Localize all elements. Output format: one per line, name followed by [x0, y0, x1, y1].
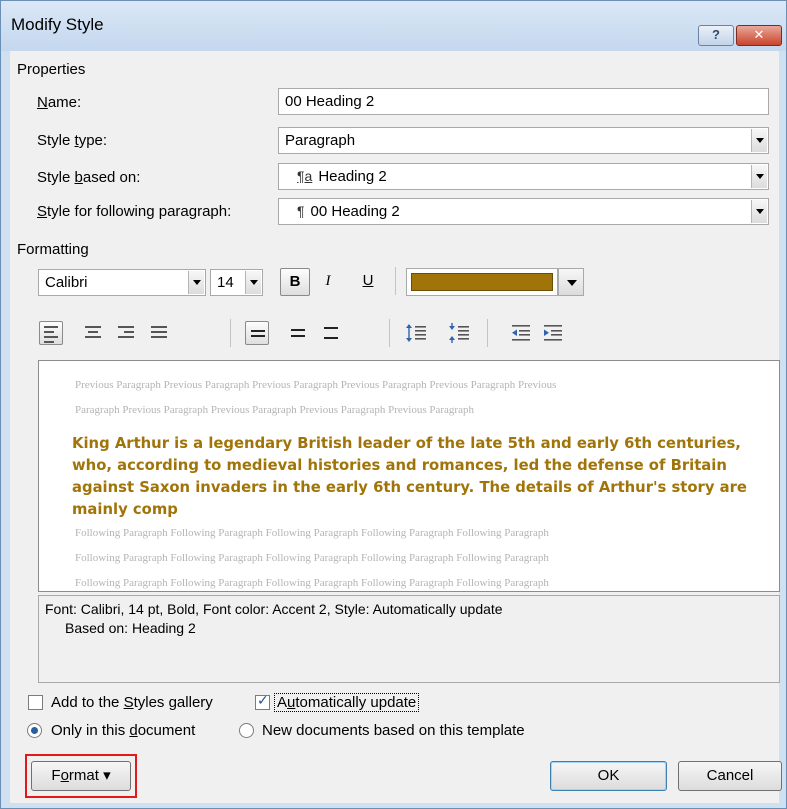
style-based-on-value: Heading 2 [318, 168, 387, 185]
style-based-on-select[interactable]: ¶a Heading 2 [278, 163, 769, 190]
sample-text: King Arthur is a legendary British leade… [72, 435, 747, 518]
cancel-button[interactable]: Cancel [678, 761, 782, 791]
name-input[interactable]: 00 Heading 2 [278, 88, 769, 115]
formatting-section-label: Formatting [17, 241, 89, 258]
following-paragraph-text: Following Paragraph Following Paragraph … [75, 527, 549, 539]
modify-style-dialog: Modify Style ? ✕ Properties Name: 00 Hea… [0, 0, 787, 809]
justify-icon[interactable] [147, 321, 171, 345]
decrease-indent-icon[interactable] [509, 321, 533, 345]
separator [230, 319, 231, 347]
add-to-styles-gallery-checkbox[interactable] [28, 695, 43, 710]
format-button[interactable]: Format ▾ [31, 761, 131, 791]
following-paragraph-value: 00 Heading 2 [310, 203, 400, 220]
underline-button[interactable]: U [357, 268, 379, 296]
font-size-select[interactable]: 14 [210, 269, 263, 296]
title-bar: Modify Style ? ✕ [1, 1, 786, 51]
following-paragraph-select[interactable]: ¶ 00 Heading 2 [278, 198, 769, 225]
properties-section-label: Properties [17, 61, 86, 78]
chevron-down-icon[interactable] [188, 271, 204, 294]
font-size-value: 14 [217, 274, 234, 291]
new-documents-template-label: New documents based on this template [262, 722, 525, 739]
align-right-icon[interactable] [114, 321, 138, 345]
separator [487, 319, 488, 347]
ok-button[interactable]: OK [550, 761, 667, 791]
font-name-value: Calibri [45, 274, 88, 291]
automatically-update-checkbox[interactable] [255, 692, 270, 710]
style-type-select[interactable]: Paragraph [278, 127, 769, 154]
italic-button[interactable]: I [317, 268, 339, 296]
font-name-select[interactable]: Calibri [38, 269, 206, 296]
paragraph-style-icon: ¶ [297, 203, 305, 219]
decrease-paragraph-spacing-icon[interactable] [447, 321, 471, 345]
previous-paragraph-text: Previous Paragraph Previous Paragraph Pr… [75, 379, 557, 391]
style-preview-pane: Previous Paragraph Previous Paragraph Pr… [38, 360, 780, 592]
chevron-down-icon: ▾ [103, 767, 111, 784]
chevron-down-icon[interactable] [558, 268, 584, 296]
one-half-spacing-icon[interactable] [286, 321, 310, 345]
chevron-down-icon[interactable] [245, 271, 261, 294]
align-center-icon[interactable] [81, 321, 105, 345]
add-to-styles-gallery-label: Add to the Styles gallery [51, 694, 213, 711]
following-paragraph-text: Following Paragraph Following Paragraph … [75, 577, 549, 589]
description-line: Based on: Heading 2 [65, 620, 196, 636]
description-line: Font: Calibri, 14 pt, Bold, Font color: … [45, 601, 503, 617]
only-in-this-document-radio[interactable] [27, 723, 42, 738]
chevron-down-icon[interactable] [751, 129, 767, 152]
name-label: Name: [37, 94, 82, 111]
separator [389, 319, 390, 347]
style-type-value: Paragraph [285, 132, 356, 149]
font-color-swatch [411, 273, 553, 291]
style-description: Font: Calibri, 14 pt, Bold, Font color: … [38, 595, 780, 683]
bold-button[interactable]: B [280, 268, 310, 296]
separator [395, 267, 396, 295]
previous-paragraph-text: Paragraph Previous Paragraph Previous Pa… [75, 404, 474, 416]
chevron-down-icon[interactable] [751, 200, 767, 223]
help-button[interactable]: ? [698, 25, 734, 46]
style-based-on-label: Style based on: [37, 169, 141, 186]
font-color-picker[interactable] [406, 268, 558, 296]
new-documents-template-radio[interactable] [239, 723, 254, 738]
dialog-title: Modify Style [11, 15, 104, 34]
style-type-label: Style type: [37, 132, 108, 149]
following-paragraph-label: Style for following paragraph: [37, 203, 232, 220]
chevron-down-icon[interactable] [751, 165, 767, 188]
automatically-update-label: Automatically update [274, 693, 420, 712]
align-left-icon[interactable] [39, 321, 63, 345]
following-paragraph-text: Following Paragraph Following Paragraph … [75, 552, 549, 564]
double-spacing-icon[interactable] [319, 321, 343, 345]
linked-style-icon: ¶a [297, 168, 313, 184]
only-in-this-document-label: Only in this document [51, 722, 196, 739]
increase-paragraph-spacing-icon[interactable] [404, 321, 428, 345]
increase-indent-icon[interactable] [541, 321, 565, 345]
single-spacing-icon[interactable] [245, 321, 269, 345]
close-button[interactable]: ✕ [736, 25, 782, 46]
